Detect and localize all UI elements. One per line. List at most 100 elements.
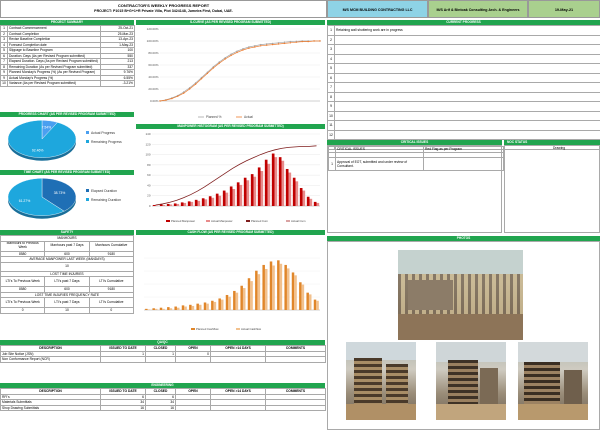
y-tick-label: 100: [145, 153, 150, 157]
series-point: [289, 40, 292, 43]
legend-label: Planned Cashflow: [196, 327, 220, 331]
bar-actual: [265, 268, 268, 310]
project-summary-table: 1 Contract Commencement 25-Oct-21 2 Contract…: [0, 25, 135, 87]
bar-actual: [162, 308, 165, 310]
bar-planned: [299, 282, 302, 310]
y-tick-label: 60.00%: [148, 63, 159, 67]
series-point: [319, 40, 321, 42]
bar-actual: [243, 288, 246, 310]
bar-planned: [250, 174, 254, 206]
bar-planned: [240, 285, 243, 310]
lti-col-7days: LTI's past 7 Days: [44, 276, 90, 287]
bar-planned: [292, 177, 296, 206]
pie-slice-label: 92.46%: [32, 149, 44, 153]
bar-actual: [309, 198, 313, 206]
table-cell: [334, 34, 600, 45]
bar-actual: [176, 203, 180, 206]
series-point: [271, 43, 274, 46]
series-point: [194, 83, 197, 85]
site-photo-4[interactable]: [518, 342, 588, 420]
manpower-chart: 0 20 40 60 80 100 120 140 Planned Manpower Actual…: [145, 132, 320, 223]
series-point: [265, 43, 268, 45]
table-cell: [210, 356, 266, 363]
table-cell: [334, 72, 600, 83]
site-photo-3[interactable]: [436, 342, 506, 420]
table-cell: [334, 91, 600, 102]
scurve-chart: 0.00% 20.00% 40.00% 60.00% 80.00% 100.00% 120.…: [147, 27, 321, 119]
table-cell: [175, 404, 211, 411]
y-tick-label: 80: [147, 163, 151, 167]
bar-actual: [147, 309, 151, 310]
bar-actual: [197, 200, 201, 206]
bar-planned: [180, 202, 184, 206]
bar-planned: [211, 300, 214, 310]
table-cell: [334, 110, 600, 121]
table-cell: [334, 63, 600, 74]
site-photo-1[interactable]: [398, 250, 523, 340]
series-point: [224, 57, 226, 59]
table-cell: [334, 101, 600, 112]
bar-actual: [225, 192, 229, 206]
table-cell: Shop Drawing Submittals: [0, 404, 101, 411]
cashflow-header: CASH FLOW (AS PER REVISED PROGRAM SUBMIT…: [136, 230, 325, 235]
table-row: Shop Drawing Submittals 16 16: [0, 404, 326, 411]
table-cell: [334, 82, 600, 93]
contractor-cell: M/S MCM BUILDING CONTRACTING LLC: [327, 0, 428, 18]
table-cell: 2: [327, 34, 335, 45]
table-row: 8: [327, 91, 600, 102]
bar-actual: [309, 294, 312, 310]
table-cell: [175, 356, 211, 363]
bar-planned: [187, 201, 191, 206]
series-point: [283, 41, 286, 43]
bar-planned: [201, 198, 205, 206]
y-tick-label: 120.00%: [147, 27, 159, 31]
bar-actual: [274, 157, 278, 206]
bar-planned: [277, 260, 280, 310]
table-cell: 11: [327, 120, 335, 131]
table-cell: Non Conformance Report (NCR): [0, 356, 101, 363]
bar-planned: [167, 307, 170, 310]
series-point: [265, 44, 268, 46]
legend-label: Actual Progress: [91, 131, 115, 135]
ltifr-col-7days: LTI's past 7 Days: [44, 297, 90, 308]
table-cell: 16: [100, 404, 146, 411]
series-point: [242, 48, 244, 50]
bar-actual: [257, 274, 261, 310]
bar-actual: [183, 202, 187, 206]
table-cell: [334, 44, 600, 55]
site-photo-2[interactable]: [346, 342, 416, 420]
bar-planned: [225, 294, 229, 310]
bar-planned: [174, 306, 177, 310]
ltifr-col-cum: LTI's Cumulative: [88, 297, 135, 308]
legend-swatch: [236, 328, 240, 330]
pie-slice-label: 61.27%: [19, 199, 31, 203]
bar-planned: [218, 298, 221, 310]
series-point: [307, 40, 309, 43]
table-row: 7: [327, 82, 600, 93]
bar-actual: [235, 292, 239, 310]
legend-swatch: [166, 220, 170, 222]
legend-swatch: [86, 189, 89, 192]
bar-planned: [291, 272, 295, 310]
bar-actual: [213, 301, 217, 310]
series-point: [260, 45, 262, 47]
bar-actual: [155, 205, 159, 206]
table-row: 4: [327, 53, 600, 64]
bar-actual: [260, 171, 264, 206]
legend-label: Remaining Duration: [91, 198, 121, 202]
bar-planned: [233, 290, 236, 310]
bar-actual: [272, 265, 275, 310]
table-cell: 12: [327, 129, 335, 140]
series-point: [218, 62, 220, 64]
legend-label: Planned Manpower: [171, 219, 195, 223]
legend-swatch: [246, 220, 250, 222]
series-point: [183, 92, 185, 94]
legend-label: Planned %: [206, 115, 222, 119]
lti-col-cum: LTI's Cumulative: [88, 276, 135, 287]
series-point: [188, 88, 191, 90]
bar-planned: [247, 278, 251, 310]
current-progress-list: 1 Retaining wall shuttering work are in p…: [327, 25, 600, 150]
table-cell: Variance (As per Revised Program submitt…: [7, 80, 101, 87]
bar-actual: [295, 181, 299, 206]
time-pie-chart: 38.73% Elapsed Duration 61.27% Remaining Du…: [7, 178, 121, 219]
